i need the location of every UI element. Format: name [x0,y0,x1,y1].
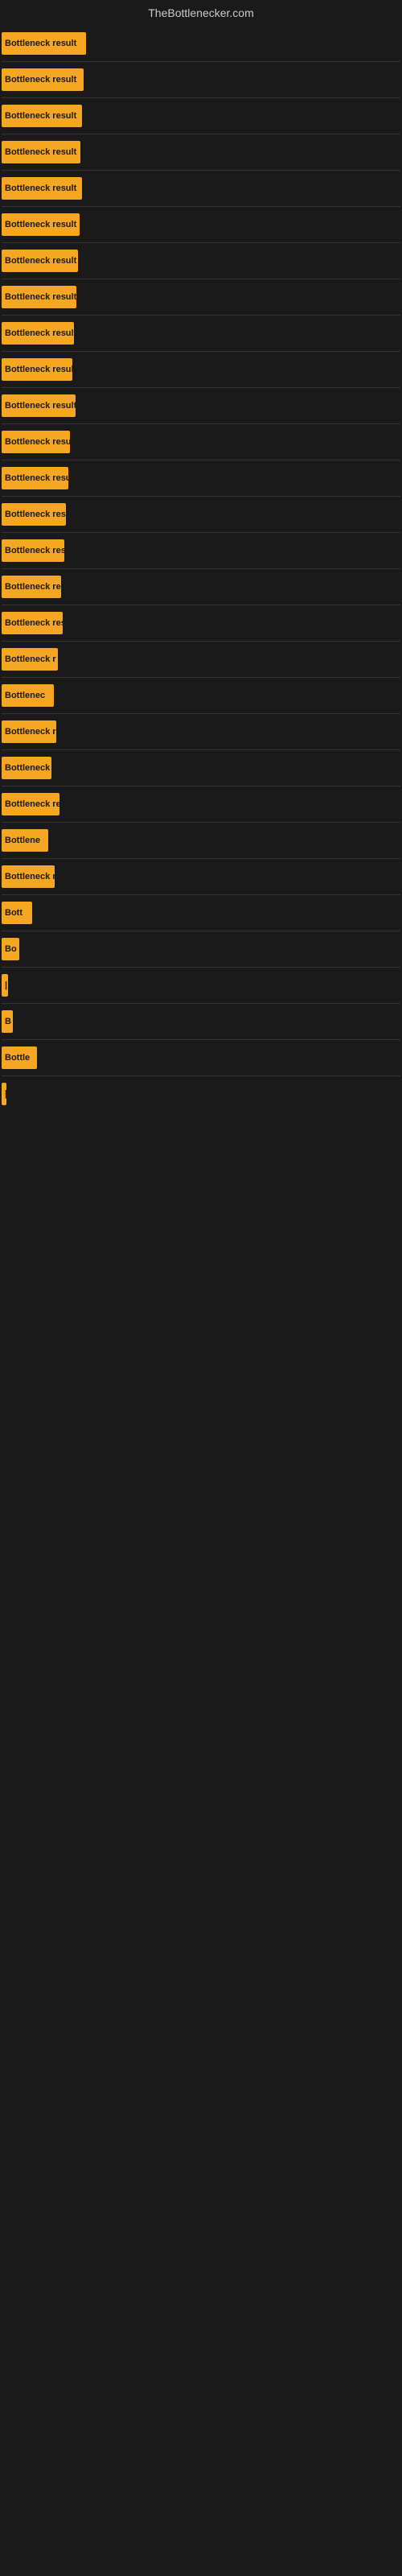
bar-label: | [5,980,7,990]
bottleneck-bar: Bottleneck [2,757,51,779]
bar-label: Bo [5,944,17,954]
bottleneck-bar: Bott [2,902,32,924]
bottleneck-bar: Bottleneck r [2,865,55,888]
bar-row: Bottleneck r [0,642,402,677]
bar-row: Bottleneck res [0,786,402,822]
bottleneck-bar: Bottleneck result [2,467,68,489]
bar-row: | [0,968,402,1003]
bottleneck-bar: | [2,1083,6,1105]
bar-row: Bottleneck result [0,460,402,496]
bar-label: Bottleneck result [5,546,64,555]
bar-row: Bottleneck result [0,388,402,423]
bottleneck-bar: | [2,974,8,997]
bottleneck-bar: B [2,1010,13,1033]
bottleneck-bar: Bottlene [2,829,48,852]
bar-row: Bottleneck result [0,98,402,134]
bar-row: B [0,1004,402,1039]
bar-row: Bottleneck result [0,26,402,61]
bar-label: Bottleneck result [5,292,76,302]
bar-row: Bottleneck result [0,605,402,641]
bar-label: Bottlenec [5,691,45,700]
bar-label: Bottleneck result [5,618,63,628]
bottleneck-bar: Bottleneck r [2,720,56,743]
bar-label: Bottleneck result [5,365,72,374]
site-title: TheBottlenecker.com [0,0,402,26]
bottleneck-bar: Bottleneck result [2,358,72,381]
bar-row: Bottlene [0,823,402,858]
bottleneck-bar: Bottleneck result [2,322,74,345]
bar-row: Bottleneck re [0,569,402,605]
bar-row: Bottleneck r [0,859,402,894]
bar-label: Bottleneck result [5,147,76,157]
bottleneck-bar: Bottleneck r [2,648,58,671]
bottleneck-bar: Bottleneck result [2,250,78,272]
bottleneck-bar: Bottleneck result [2,68,84,91]
bar-row: Bottleneck result [0,316,402,351]
bar-label: Bottleneck r [5,654,56,664]
bar-row: Bottleneck result [0,134,402,170]
bottleneck-bar: Bottleneck res [2,793,59,815]
bar-row: Bott [0,895,402,931]
bar-label: Bottleneck r [5,727,56,737]
bottleneck-bar: Bottleneck result [2,141,80,163]
bar-label: Bottleneck result [5,437,70,447]
bar-row: Bottleneck result [0,171,402,206]
bar-label: Bottleneck result [5,473,68,483]
bar-label: Bottle [5,1053,30,1063]
bar-row: Bottleneck result [0,243,402,279]
bar-row: Bottleneck r [0,714,402,749]
bar-row: Bottleneck result [0,207,402,242]
bar-label: Bottleneck r [5,872,55,881]
bar-label: Bott [5,908,23,918]
bottleneck-bar: Bottleneck result [2,612,63,634]
bottleneck-bar: Bottle [2,1046,37,1069]
bar-label: Bottleneck result [5,39,76,48]
bar-row: Bottlenec [0,678,402,713]
bottleneck-bar: Bottleneck result [2,32,86,55]
bottleneck-bar: Bottleneck result [2,431,70,453]
bottleneck-bar: Bottleneck result [2,394,76,417]
bottleneck-bar: Bottleneck result [2,539,64,562]
bar-row: Bottleneck result [0,533,402,568]
bottleneck-bar: Bottleneck result [2,105,82,127]
bottleneck-bar: Bo [2,938,19,960]
bar-label: Bottleneck result [5,510,66,519]
bar-label: Bottleneck [5,763,50,773]
bar-label: Bottleneck result [5,401,76,411]
bar-label: | [5,1089,6,1099]
bar-row: Bottleneck result [0,279,402,315]
bottleneck-bar: Bottleneck re [2,576,61,598]
bar-row: Bottleneck [0,750,402,786]
bottleneck-bar: Bottleneck result [2,286,76,308]
bar-row: Bottleneck result [0,424,402,460]
bottleneck-bar: Bottleneck result [2,177,82,200]
bar-label: Bottleneck result [5,256,76,266]
bar-row: Bottleneck result [0,62,402,97]
bar-row: Bo [0,931,402,967]
bar-row: Bottle [0,1040,402,1075]
bar-label: Bottleneck result [5,220,76,229]
bottleneck-bar: Bottleneck result [2,503,66,526]
bar-label: Bottleneck result [5,75,76,85]
bar-label: Bottleneck res [5,799,59,809]
bar-row: Bottleneck result [0,352,402,387]
bottleneck-bar: Bottleneck result [2,213,80,236]
bar-row: Bottleneck result [0,497,402,532]
bar-label: Bottleneck result [5,328,74,338]
bar-label: B [5,1017,11,1026]
bar-label: Bottleneck re [5,582,61,592]
bottleneck-bar: Bottlenec [2,684,54,707]
bar-label: Bottleneck result [5,184,76,193]
bar-row: | [0,1076,402,1112]
bar-label: Bottleneck result [5,111,76,121]
bar-label: Bottlene [5,836,40,845]
